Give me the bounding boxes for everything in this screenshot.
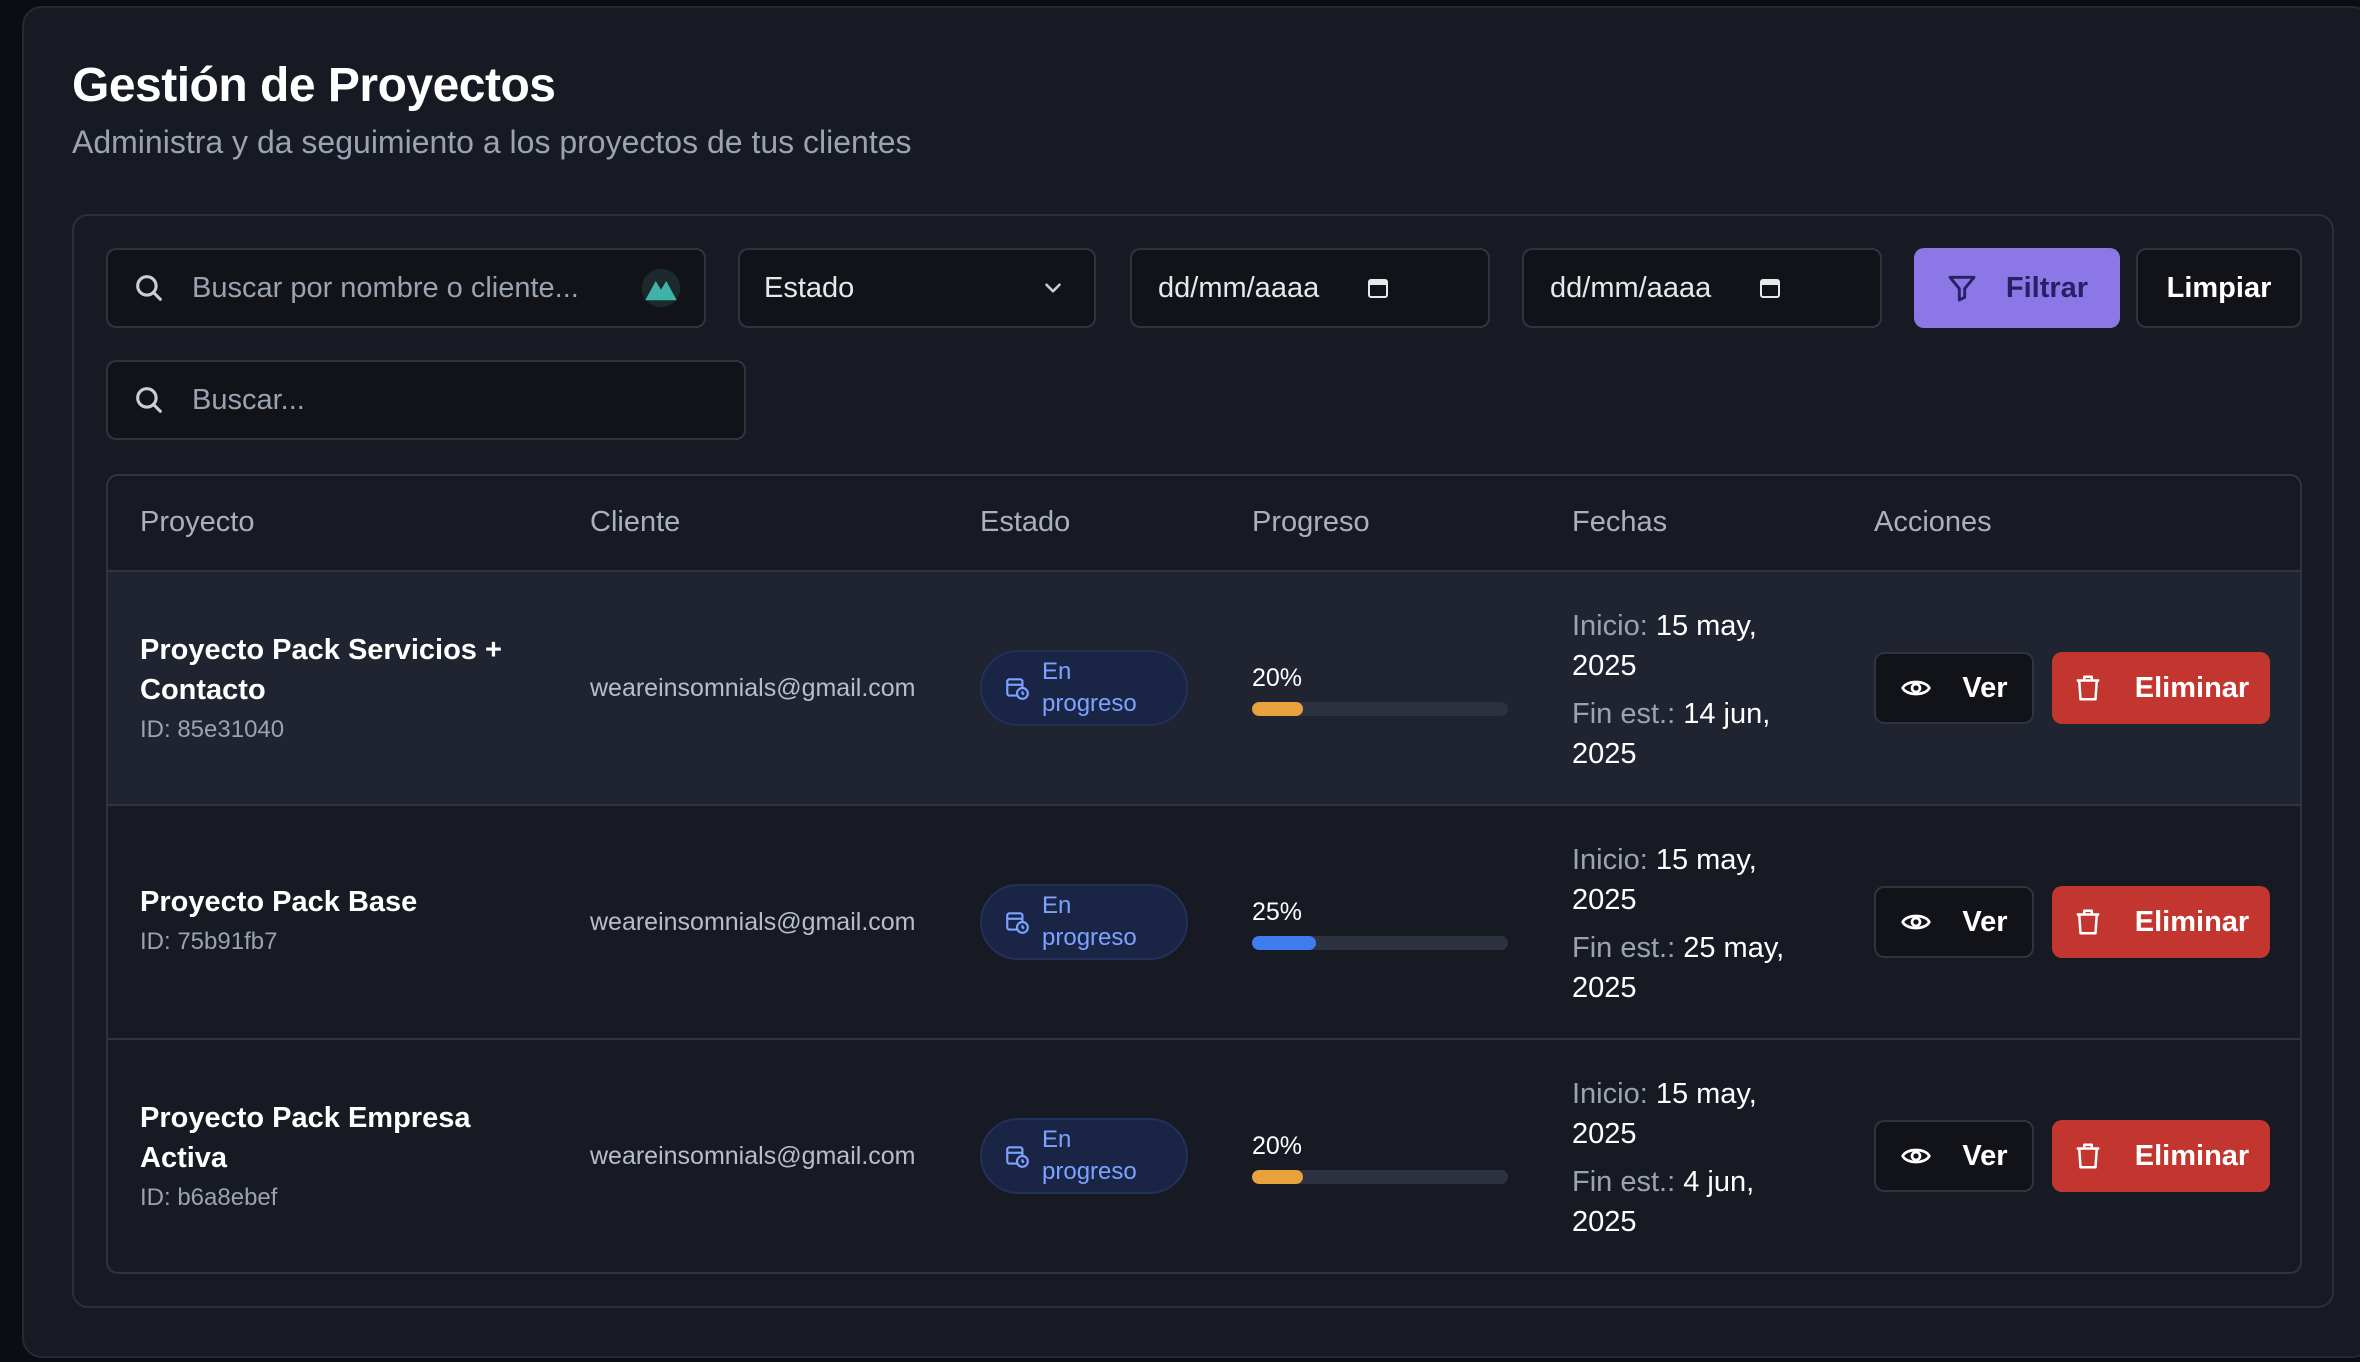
delete-button[interactable]: Eliminar — [2052, 1120, 2270, 1192]
page-title: Gestión de Proyectos — [72, 59, 556, 112]
search-placeholder: Buscar por nombre o cliente... — [192, 271, 579, 304]
calendar-clock-icon — [1004, 675, 1030, 701]
progress-value: 25% — [1252, 898, 1303, 926]
extension-icon[interactable] — [640, 267, 682, 309]
search-input[interactable]: Buscar por nombre o cliente... — [106, 248, 706, 328]
view-button[interactable]: Ver — [1874, 1120, 2034, 1192]
trash-icon — [2073, 907, 2103, 937]
date-to-input[interactable]: dd/mm/aaaa — [1522, 248, 1882, 328]
view-button-label: Ver — [1962, 905, 2008, 938]
client-email: weareinsomnials@gmail.com — [590, 908, 916, 936]
view-button-label: Ver — [1962, 1139, 2008, 1172]
calendar-clock-icon — [1004, 1143, 1030, 1169]
table-row: Proyecto Pack Servicios + Contacto ID: 8… — [108, 572, 2300, 806]
status-badge-label: En progreso — [1042, 892, 1137, 951]
search-icon — [132, 271, 166, 305]
project-name: Proyecto Pack Base — [140, 886, 418, 918]
trash-icon — [2073, 1141, 2103, 1171]
col-header-project: Proyecto — [140, 506, 255, 538]
table-row: Proyecto Pack Base ID: 75b91fb7 weareins… — [108, 806, 2300, 1040]
start-date-label: Inicio: — [1572, 610, 1648, 642]
col-header-dates: Fechas — [1572, 506, 1668, 538]
view-button[interactable]: Ver — [1874, 886, 2034, 958]
status-select[interactable]: Estado — [738, 248, 1096, 328]
calendar-icon[interactable] — [1366, 276, 1390, 300]
start-date-label: Inicio: — [1572, 1078, 1648, 1110]
progress-bar-fill — [1252, 1170, 1304, 1184]
progress-value: 20% — [1252, 664, 1303, 692]
status-badge-label: En progreso — [1042, 1126, 1137, 1185]
status-badge: En progreso — [980, 884, 1188, 960]
status-select-value: Estado — [764, 271, 855, 304]
project-dates: Inicio: 15 may, 2025 Fin est.: 25 may, 2… — [1572, 840, 1802, 1016]
progress-value: 20% — [1252, 1132, 1303, 1160]
col-header-client: Cliente — [590, 506, 681, 538]
status-badge-label: En progreso — [1042, 658, 1137, 717]
progress-bar — [1252, 702, 1508, 716]
eye-icon — [1900, 1140, 1932, 1172]
project-id: ID: b6a8ebef — [140, 1184, 278, 1211]
view-button-label: Ver — [1962, 671, 2008, 704]
client-email: weareinsomnials@gmail.com — [590, 1142, 916, 1170]
client-email: weareinsomnials@gmail.com — [590, 674, 916, 702]
chevron-down-icon — [1040, 275, 1066, 301]
end-date-label: Fin est.: — [1572, 1166, 1676, 1198]
progress-bar — [1252, 1170, 1508, 1184]
date-from-input[interactable]: dd/mm/aaaa — [1130, 248, 1490, 328]
col-header-actions: Acciones — [1874, 506, 1992, 538]
end-date-label: Fin est.: — [1572, 698, 1676, 730]
calendar-clock-icon — [1004, 909, 1030, 935]
project-name: Proyecto Pack Servicios + Contacto — [140, 634, 502, 706]
calendar-icon[interactable] — [1758, 276, 1782, 300]
date-to-value: dd/mm/aaaa — [1550, 271, 1712, 304]
projects-table: Proyecto Cliente Estado Progreso Fechas … — [106, 474, 2302, 1274]
project-name: Proyecto Pack Empresa Activa — [140, 1102, 471, 1174]
delete-button-label: Eliminar — [2134, 905, 2250, 938]
filter-button-label: Filtrar — [2005, 271, 2089, 304]
view-button[interactable]: Ver — [1874, 652, 2034, 724]
delete-button[interactable]: Eliminar — [2052, 652, 2270, 724]
project-dates: Inicio: 15 may, 2025 Fin est.: 14 jun, 2… — [1572, 606, 1802, 782]
progress-bar-fill — [1252, 936, 1316, 950]
project-id: ID: 85e31040 — [140, 716, 285, 743]
filter-button[interactable]: Filtrar — [1914, 248, 2120, 328]
quick-search-input[interactable]: Buscar... — [106, 360, 746, 440]
end-date-label: Fin est.: — [1572, 932, 1676, 964]
start-date-label: Inicio: — [1572, 844, 1648, 876]
progress-bar — [1252, 936, 1508, 950]
clear-button-label: Limpiar — [2166, 271, 2272, 304]
col-header-progress: Progreso — [1252, 506, 1370, 538]
status-badge: En progreso — [980, 650, 1188, 726]
clear-button[interactable]: Limpiar — [2136, 248, 2302, 328]
status-badge: En progreso — [980, 1118, 1188, 1194]
quick-search-placeholder: Buscar... — [192, 383, 305, 416]
delete-button[interactable]: Eliminar — [2052, 886, 2270, 958]
page-subtitle: Administra y da seguimiento a los proyec… — [72, 124, 912, 160]
date-from-value: dd/mm/aaaa — [1158, 271, 1320, 304]
trash-icon — [2073, 673, 2103, 703]
delete-button-label: Eliminar — [2134, 1139, 2250, 1172]
eye-icon — [1900, 672, 1932, 704]
eye-icon — [1900, 906, 1932, 938]
delete-button-label: Eliminar — [2134, 671, 2250, 704]
table-header: Proyecto Cliente Estado Progreso Fechas … — [108, 476, 2300, 572]
table-row: Proyecto Pack Empresa Activa ID: b6a8ebe… — [108, 1040, 2300, 1272]
filter-icon — [1946, 272, 1978, 304]
col-header-status: Estado — [980, 506, 1071, 538]
project-id: ID: 75b91fb7 — [140, 928, 278, 955]
project-dates: Inicio: 15 may, 2025 Fin est.: 4 jun, 20… — [1572, 1074, 1802, 1250]
search-icon — [132, 383, 166, 417]
progress-bar-fill — [1252, 702, 1304, 716]
